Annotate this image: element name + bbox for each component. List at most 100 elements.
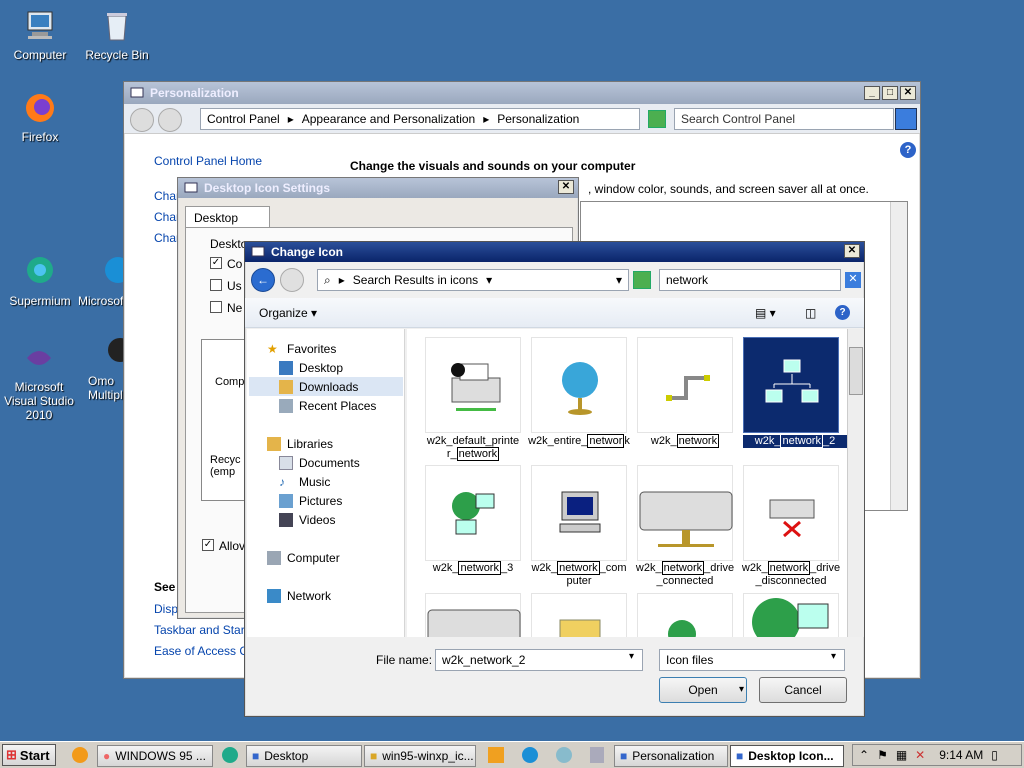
close-button[interactable]: ✕ xyxy=(844,244,860,258)
close-button[interactable]: ✕ xyxy=(900,86,916,100)
address-bar[interactable]: ⌕ ▸ Search Results in icons ▾ ▾ xyxy=(317,269,629,291)
view-icon[interactable]: ▤ ▾ xyxy=(755,306,776,320)
taskbar-item-desktop-icon-settings[interactable]: ■ Desktop Icon... xyxy=(730,745,844,767)
organize-button[interactable]: Organize ▾ xyxy=(259,306,317,320)
checkbox-3[interactable] xyxy=(210,301,222,313)
open-button[interactable]: Open ▾ xyxy=(659,677,747,703)
file-label[interactable]: w2k_ network _3 xyxy=(418,561,528,575)
nav-computer[interactable]: Computer xyxy=(267,548,340,567)
desktop-icon-firefox[interactable]: Firefox xyxy=(0,90,80,144)
file-label[interactable]: w2k_ network _com puter xyxy=(524,561,634,588)
desktop-icon-edge[interactable]: Microsof xyxy=(78,254,131,308)
nav-libraries[interactable]: Libraries xyxy=(267,434,333,453)
help-icon[interactable]: ? xyxy=(835,305,850,320)
file-thumbnail[interactable] xyxy=(425,465,521,561)
nav-favorites[interactable]: ★ Favorites xyxy=(267,339,336,358)
quick-launch-firefox-icon[interactable] xyxy=(72,747,88,763)
quick-launch-supermium-icon[interactable] xyxy=(222,747,238,763)
file-list[interactable]: w2k_default_printe r_ network w2k_entire_… xyxy=(407,329,847,637)
preview-item-computer[interactable]: Comp xyxy=(215,376,244,388)
see-also-link-2[interactable]: Taskbar and Start xyxy=(154,623,248,637)
maximize-button[interactable]: □ xyxy=(882,86,898,100)
quick-launch-edge-icon[interactable] xyxy=(522,747,538,763)
file-thumbnail[interactable] xyxy=(425,593,521,637)
quick-launch-media-icon[interactable] xyxy=(488,747,504,763)
scroll-thumb[interactable] xyxy=(849,347,863,395)
nav-pictures[interactable]: Pictures xyxy=(279,491,342,510)
file-thumbnail[interactable] xyxy=(637,593,733,637)
quick-launch-calculator-icon[interactable] xyxy=(590,747,604,763)
back-button[interactable]: ← xyxy=(251,268,275,292)
preview-pane-icon[interactable]: ◫ xyxy=(805,306,816,320)
start-button[interactable]: ⊞ Start xyxy=(2,744,56,766)
file-thumbnail[interactable] xyxy=(743,465,839,561)
clear-search-icon[interactable]: ✕ xyxy=(845,272,861,288)
file-thumbnail[interactable] xyxy=(531,593,627,637)
minimize-button[interactable]: _ xyxy=(864,86,880,100)
breadcrumb-personalization[interactable]: Personalization xyxy=(497,112,579,126)
search-input[interactable]: network xyxy=(659,269,841,291)
nav-music[interactable]: ♪ Music xyxy=(279,472,330,491)
show-desktop-button[interactable]: ▯ xyxy=(991,748,998,762)
forward-button[interactable] xyxy=(158,108,182,132)
checkbox-1[interactable]: ✓ xyxy=(210,257,222,269)
see-also-link-3[interactable]: Ease of Access Ce xyxy=(154,644,255,658)
breadcrumb-control-panel[interactable]: Control Panel xyxy=(207,112,280,126)
volume-icon[interactable]: ✕ xyxy=(915,748,925,762)
back-button[interactable] xyxy=(130,108,154,132)
file-name-dropdown-icon[interactable]: ▾ xyxy=(629,651,634,662)
flag-icon[interactable]: ⚑ xyxy=(877,748,888,762)
file-label[interactable]: w2k_entire_ networ k xyxy=(524,434,634,448)
nav-desktop[interactable]: Desktop xyxy=(279,358,343,377)
desktop-icon-supermium[interactable]: Supermium xyxy=(0,254,80,308)
file-thumbnail[interactable] xyxy=(637,337,733,433)
file-type-dropdown-icon[interactable]: ▾ xyxy=(831,651,836,662)
taskbar-item-personalization[interactable]: ■ Personalization xyxy=(614,745,728,767)
clock[interactable]: 9:14 AM xyxy=(939,748,983,762)
desktop-icon-recycle-bin[interactable]: Recycle Bin xyxy=(77,8,157,62)
theme-list-scrollbar[interactable] xyxy=(890,202,907,510)
breadcrumb-appearance[interactable]: Appearance and Personalization xyxy=(302,112,475,126)
file-label-selected[interactable]: w2k_ network _2 xyxy=(743,434,847,448)
tab-desktop-icons[interactable]: Desktop Icons xyxy=(185,206,270,239)
allow-themes-checkbox[interactable]: ✓ xyxy=(202,539,214,551)
file-thumbnail[interactable] xyxy=(637,465,733,561)
control-panel-home-link[interactable]: Control Panel Home xyxy=(154,154,262,168)
file-thumbnail[interactable] xyxy=(531,465,627,561)
file-label[interactable]: w2k_ network _drive _disconnected xyxy=(736,561,846,588)
file-name-input[interactable]: w2k_network_2 xyxy=(435,649,643,671)
file-label[interactable]: w2k_default_printe r_ network xyxy=(418,435,528,461)
nav-documents[interactable]: Documents xyxy=(279,453,360,472)
file-list-scrollbar[interactable] xyxy=(847,329,864,637)
search-input[interactable]: Search Control Panel xyxy=(674,108,894,130)
nav-videos[interactable]: Videos xyxy=(279,510,335,529)
quick-launch-app-icon[interactable] xyxy=(556,747,572,763)
cancel-button[interactable]: Cancel xyxy=(759,677,847,703)
nav-network[interactable]: Network xyxy=(267,586,331,605)
breadcrumb[interactable]: Control Panel ▸ Appearance and Personaliz… xyxy=(200,108,640,130)
forward-button[interactable] xyxy=(280,268,304,292)
file-type-select[interactable]: Icon files xyxy=(659,649,845,671)
file-label[interactable]: w2k_ network _drive _connected xyxy=(630,561,740,588)
network-tray-icon[interactable]: ▦ xyxy=(896,748,907,762)
file-thumbnail[interactable] xyxy=(531,337,627,433)
file-thumbnail[interactable] xyxy=(425,337,521,433)
show-hidden-icons[interactable]: ⌃ xyxy=(859,748,869,762)
file-label[interactable]: w2k_ network xyxy=(630,434,740,448)
taskbar-item-windows95[interactable]: ● WINDOWS 95 ... xyxy=(97,745,213,767)
taskbar-item-desktop[interactable]: ■ Desktop xyxy=(246,745,362,767)
file-thumbnail[interactable] xyxy=(743,593,839,637)
help-icon[interactable]: ? xyxy=(900,142,916,158)
checkbox-2[interactable] xyxy=(210,279,222,291)
address-dropdown-icon[interactable]: ▾ xyxy=(616,273,622,287)
open-split-dropdown-icon[interactable]: ▾ xyxy=(739,678,744,702)
refresh-button[interactable] xyxy=(648,110,666,128)
refresh-button[interactable] xyxy=(633,271,651,289)
nav-recent-places[interactable]: Recent Places xyxy=(279,396,376,415)
taskbar-item-folder[interactable]: ■ win95-winxp_ic... xyxy=(364,745,476,767)
desktop-icon-visual-studio[interactable]: Microsoft Visual Studio 2010 xyxy=(0,340,78,422)
desktop-icon-computer[interactable]: Computer xyxy=(0,8,80,62)
close-button[interactable]: ✕ xyxy=(558,180,574,194)
search-icon[interactable] xyxy=(895,108,917,130)
nav-downloads[interactable]: Downloads xyxy=(249,377,403,396)
